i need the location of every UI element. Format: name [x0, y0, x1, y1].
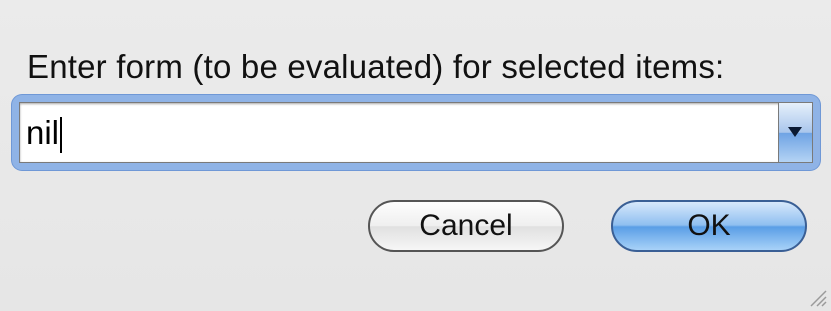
resize-grip-icon[interactable]	[807, 287, 827, 307]
combobox-field[interactable]: nil	[19, 102, 813, 163]
prompt-label: Enter form (to be evaluated) for selecte…	[27, 48, 725, 85]
ok-button-label: OK	[687, 209, 731, 242]
cancel-button-label: Cancel	[419, 209, 513, 242]
form-input-value: nil	[26, 114, 60, 151]
chevron-down-icon	[788, 127, 802, 137]
text-caret	[60, 117, 63, 154]
cancel-button[interactable]: Cancel	[368, 200, 564, 252]
evaluate-form-dialog: Enter form (to be evaluated) for selecte…	[0, 0, 831, 311]
dropdown-button[interactable]	[778, 103, 812, 162]
form-input[interactable]: nil	[26, 113, 63, 154]
ok-button[interactable]: OK	[611, 200, 807, 252]
form-combobox[interactable]: nil	[12, 95, 820, 170]
